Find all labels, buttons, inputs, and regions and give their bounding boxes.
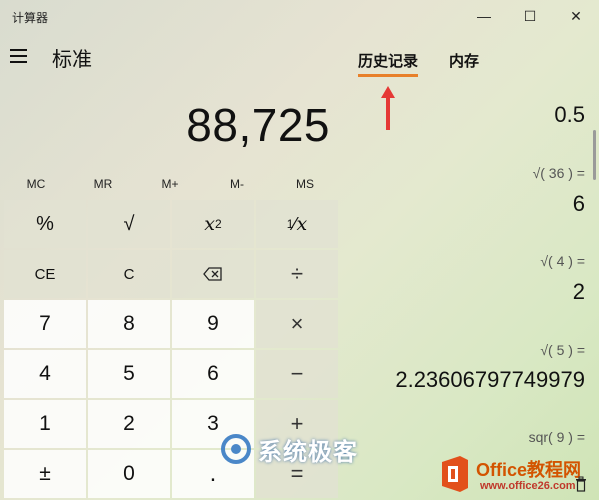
digit-6-button[interactable]: 6	[172, 350, 254, 398]
tab-history[interactable]: 历史记录	[358, 50, 418, 71]
history-expression: √( 5 ) =	[540, 342, 585, 358]
memory-add-button[interactable]: M+	[140, 170, 200, 198]
square-button[interactable]: x2	[172, 200, 254, 248]
history-result: 0.5	[554, 102, 585, 127]
tab-memory[interactable]: 内存	[449, 50, 479, 71]
clear-entry-button[interactable]: CE	[4, 250, 86, 298]
watermark-site2-text: Office教程网	[476, 460, 582, 480]
history-scrollbar[interactable]	[593, 130, 596, 180]
history-expression: √( 36 ) =	[532, 165, 585, 181]
history-result: 2.23606797749979	[395, 367, 585, 392]
memory-subtract-button[interactable]: M-	[207, 170, 267, 198]
watermark-site2-url: www.office26.com	[480, 480, 576, 492]
digit-7-button[interactable]: 7	[4, 300, 86, 348]
divide-button[interactable]: ÷	[256, 250, 338, 298]
history-expression: √( 4 ) =	[540, 253, 585, 269]
minimize-button[interactable]: —	[461, 0, 507, 32]
memory-store-button[interactable]: MS	[275, 170, 335, 198]
maximize-button[interactable]: ☐	[507, 0, 553, 32]
square-exp: 2	[215, 217, 222, 231]
annotation-arrow-icon	[381, 86, 395, 130]
minus-button[interactable]: −	[256, 350, 338, 398]
mode-title: 标准	[52, 49, 92, 71]
digit-0-button[interactable]: 0	[88, 450, 170, 498]
digit-2-button[interactable]: 2	[88, 400, 170, 448]
memory-row: MC MR M+ M- MS	[0, 170, 340, 198]
memory-clear-button[interactable]: MC	[6, 170, 66, 198]
result-display: 88,725	[186, 99, 330, 151]
title-bar: 计算器 — ☐ ✕	[0, 0, 599, 32]
clear-history-icon[interactable]	[575, 476, 587, 492]
history-result: 2	[572, 279, 585, 304]
reciprocal-denominator: x	[296, 213, 308, 235]
watermark-site1: 系统极客	[220, 432, 358, 466]
digit-4-button[interactable]: 4	[4, 350, 86, 398]
clear-button[interactable]: C	[88, 250, 170, 298]
hamburger-menu-icon[interactable]	[10, 46, 32, 66]
sqrt-button[interactable]: √	[88, 200, 170, 248]
memory-recall-button[interactable]: MR	[73, 170, 133, 198]
reciprocal-button[interactable]: 1 ⁄ x	[256, 200, 338, 248]
backspace-icon	[203, 267, 222, 281]
close-icon: ✕	[570, 7, 582, 24]
backspace-button[interactable]	[172, 250, 254, 298]
window-title: 计算器	[12, 11, 49, 25]
close-button[interactable]: ✕	[553, 0, 599, 32]
maximize-icon: ☐	[523, 7, 537, 24]
active-tab-indicator	[358, 74, 418, 77]
digit-9-button[interactable]: 9	[172, 300, 254, 348]
history-expression: sqr( 9 ) =	[528, 429, 585, 445]
square-base: x	[204, 213, 216, 235]
digit-8-button[interactable]: 8	[88, 300, 170, 348]
multiply-button[interactable]: ×	[256, 300, 338, 348]
digit-1-button[interactable]: 1	[4, 400, 86, 448]
watermark-site1-text: 系统极客	[258, 438, 358, 466]
negate-button[interactable]: ±	[4, 450, 86, 498]
digit-5-button[interactable]: 5	[88, 350, 170, 398]
minimize-icon: —	[477, 8, 491, 24]
percent-button[interactable]: %	[4, 200, 86, 248]
site-logo-icon	[221, 434, 251, 464]
history-result: 6	[572, 191, 585, 216]
office-logo-icon	[442, 456, 468, 492]
watermark-site2: Office教程网 www.office26.com	[436, 450, 599, 500]
